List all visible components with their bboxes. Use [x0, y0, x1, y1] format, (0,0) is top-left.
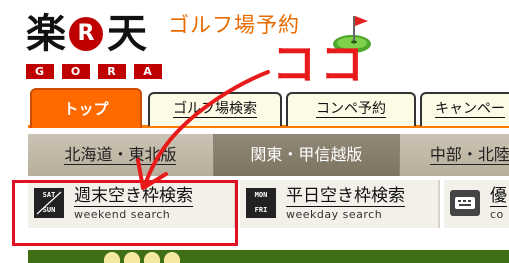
gora-letter: G — [26, 64, 54, 79]
rakuten-wordmark: 楽 R 天 — [26, 10, 147, 58]
gora-letter: A — [134, 64, 162, 79]
search-title-text: 優 — [490, 186, 507, 207]
mon-fri-icon: MON FRI — [246, 188, 276, 218]
tab-label: ゴルフ場検索 — [173, 101, 257, 118]
weekday-search-button[interactable]: MON FRI 平日空き枠検索 weekday search — [240, 180, 440, 228]
banner-shape — [164, 252, 180, 263]
gora-bar: G O R A — [26, 64, 162, 79]
badge-top-text: MON — [254, 191, 268, 199]
tab-top[interactable]: トップ — [30, 88, 142, 128]
coupon-search-button[interactable]: 優 co — [444, 180, 509, 228]
tab-golf-course-search[interactable]: ゴルフ場検索 — [148, 92, 282, 126]
region-hokkaido-tohoku[interactable]: 北海道・東北版 — [28, 134, 214, 176]
region-chubu-hokuriku[interactable]: 中部・北陸 — [400, 134, 509, 176]
tab-label: キャンペー — [435, 101, 505, 118]
region-label: 中部・北陸 — [429, 145, 509, 165]
logo-r-circle: R — [69, 17, 103, 51]
search-title: 平日空き枠検索 — [286, 186, 405, 207]
search-title: 優 — [490, 186, 507, 207]
badge-bottom-text: FRI — [254, 206, 268, 214]
banner-shape — [104, 252, 120, 263]
rakuten-gora-logo[interactable]: 楽 R 天 G O R A — [26, 10, 162, 80]
search-title-text: 平日空き枠検索 — [286, 186, 405, 207]
search-subtitle: co — [490, 208, 504, 221]
banner-shape — [124, 252, 140, 263]
service-title: ゴルフ場予約 — [168, 13, 300, 37]
region-kanto-koshinetsu: 関東・甲信越版 — [213, 134, 400, 176]
keyboard-icon-keys — [455, 197, 475, 209]
tab-compe-reservation[interactable]: コンペ予約 — [286, 92, 416, 126]
highlight-box — [12, 180, 238, 246]
keyboard-icon — [450, 190, 480, 216]
region-nav: 北海道・東北版 関東・甲信越版 中部・北陸 — [28, 134, 509, 176]
tab-campaign[interactable]: キャンペー — [420, 92, 509, 126]
region-label: 関東・甲信越版 — [250, 145, 363, 164]
banner-shape — [144, 252, 160, 263]
tab-label: コンペ予約 — [316, 101, 386, 118]
region-label: 北海道・東北版 — [64, 145, 177, 165]
annotation-label: ココ — [272, 39, 368, 90]
tab-label: トップ — [63, 100, 109, 118]
search-subtitle: weekday search — [286, 208, 383, 221]
gora-letter: R — [98, 64, 126, 79]
bottom-banner-strip — [28, 250, 509, 263]
logo-kanji-right: 天 — [107, 10, 147, 57]
logo-kanji-left: 楽 — [26, 10, 66, 57]
gora-letter: O — [62, 64, 90, 79]
